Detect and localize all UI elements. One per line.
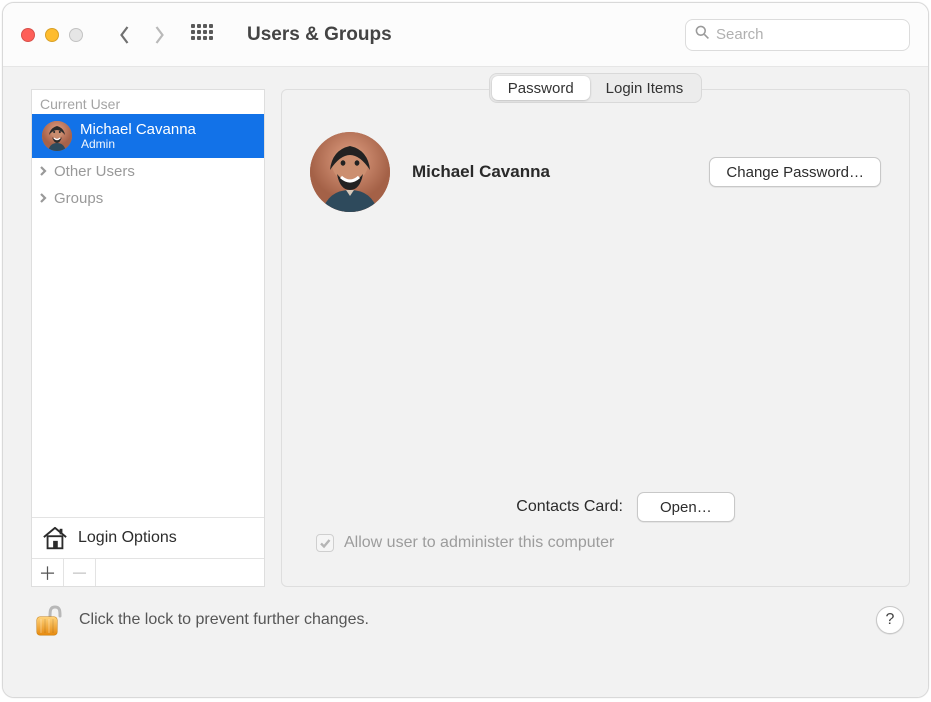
button-label: Open… — [660, 499, 712, 516]
sidebar-item-other-users[interactable]: Other Users — [32, 158, 264, 185]
section-header-current-user: Current User — [32, 90, 264, 114]
allow-admin-label: Allow user to administer this computer — [344, 534, 614, 552]
search-icon — [694, 24, 716, 45]
chevron-right-icon — [38, 163, 48, 180]
allow-admin-checkbox — [316, 534, 334, 552]
avatar-icon — [42, 121, 72, 151]
forward-button — [152, 24, 167, 46]
help-button[interactable]: ? — [876, 606, 904, 634]
add-button[interactable]: ＋ — [32, 559, 64, 586]
footer: Click the lock to prevent further change… — [3, 587, 928, 657]
all-preferences-icon[interactable] — [191, 24, 213, 46]
lock-icon[interactable] — [31, 601, 63, 639]
minimize-window-button[interactable] — [45, 28, 59, 42]
main-panel: Password Login Items — [281, 89, 910, 587]
window-title: Users & Groups — [247, 24, 392, 46]
tab-label: Login Items — [606, 80, 684, 97]
back-button[interactable] — [117, 24, 132, 46]
remove-button: － — [64, 559, 96, 586]
tab-label: Password — [508, 80, 574, 97]
check-icon — [319, 537, 331, 549]
toolbar: Users & Groups — [3, 3, 928, 67]
help-icon: ? — [886, 611, 895, 629]
user-avatar[interactable] — [310, 132, 390, 212]
profile-row: Michael Cavanna Change Password… — [310, 132, 881, 212]
users-sidebar: Current User — [31, 89, 265, 587]
profile-name: Michael Cavanna — [412, 162, 687, 182]
tab-password[interactable]: Password — [492, 76, 590, 100]
open-contacts-button[interactable]: Open… — [637, 492, 735, 522]
sidebar-item-label: Other Users — [54, 163, 135, 180]
sidebar-item-groups[interactable]: Groups — [32, 185, 264, 212]
add-remove-bar: ＋ － — [32, 558, 264, 586]
login-options-label: Login Options — [78, 529, 177, 547]
tab-bar: Password Login Items — [489, 73, 702, 103]
sidebar-user-role: Admin — [81, 138, 196, 151]
search-field[interactable] — [685, 19, 910, 51]
change-password-button[interactable]: Change Password… — [709, 157, 881, 187]
zoom-window-button — [69, 28, 83, 42]
tab-login-items[interactable]: Login Items — [590, 76, 700, 100]
contacts-card-row: Contacts Card: Open… — [370, 492, 881, 522]
content-area: Current User — [3, 67, 928, 697]
lock-hint-text: Click the lock to prevent further change… — [79, 611, 369, 629]
search-input[interactable] — [716, 26, 901, 43]
plus-icon: ＋ — [39, 560, 57, 586]
chevron-right-icon — [38, 190, 48, 207]
sidebar-item-label: Groups — [54, 190, 103, 207]
preferences-window: Users & Groups Current User — [2, 2, 929, 698]
sidebar-user-current[interactable]: Michael Cavanna Admin — [32, 114, 264, 158]
window-controls — [21, 28, 83, 42]
minus-icon: － — [71, 560, 89, 586]
sidebar-user-name: Michael Cavanna — [80, 122, 196, 138]
login-options-button[interactable]: Login Options — [32, 517, 264, 558]
allow-admin-row: Allow user to administer this computer — [310, 522, 881, 566]
nav-buttons — [117, 24, 167, 46]
contacts-card-label: Contacts Card: — [516, 498, 623, 516]
close-window-button[interactable] — [21, 28, 35, 42]
button-label: Change Password… — [726, 164, 864, 181]
home-icon — [42, 526, 68, 550]
